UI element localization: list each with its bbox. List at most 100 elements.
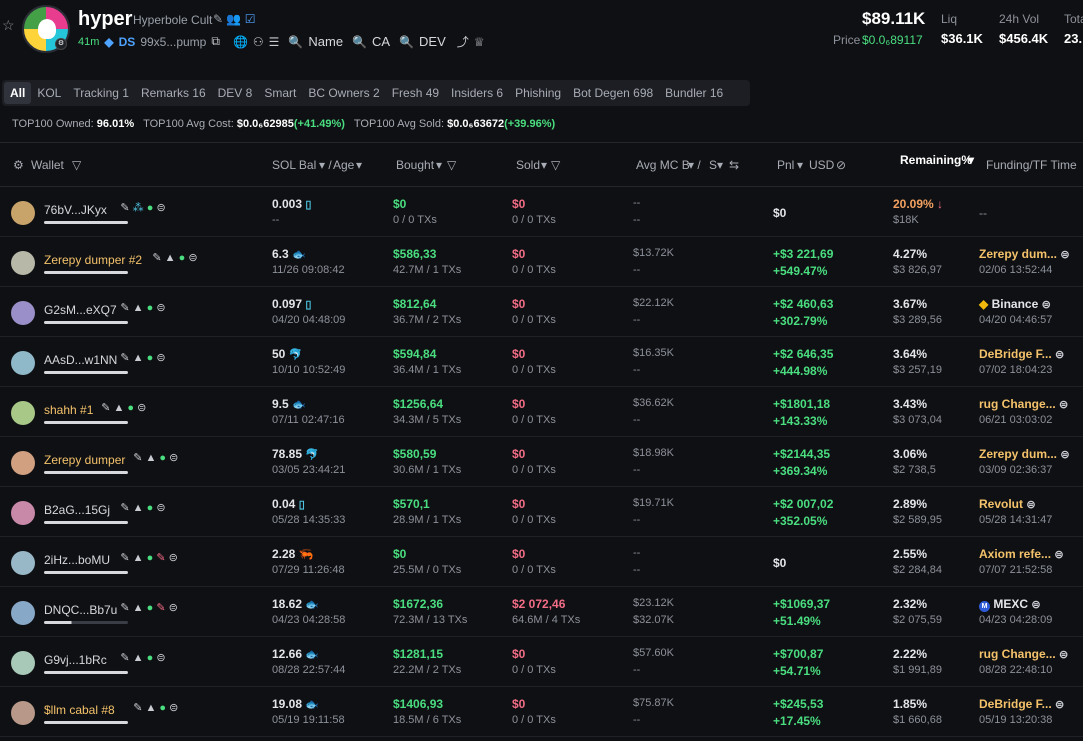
ds-label[interactable]: DS: [119, 35, 136, 49]
tab-remarks[interactable]: Remarks 16: [135, 82, 212, 104]
wallet-name[interactable]: DNQC...Bb7u: [44, 603, 117, 617]
table-row[interactable]: shahh #1 ✎ ▲ ● ⊜ 9.5 🐟 07/11 02:47:16 $1…: [0, 387, 1083, 437]
sort-icon[interactable]: ▾: [436, 158, 442, 172]
sort-icon[interactable]: ▾ /: [319, 158, 332, 172]
funding-source[interactable]: Revolut ⊜: [979, 497, 1036, 511]
menu-circle-icon[interactable]: ⊜: [156, 352, 165, 364]
filter-icon[interactable]: ▽: [551, 158, 560, 172]
edit-icon[interactable]: ✎: [120, 602, 129, 614]
sort-icon[interactable]: ▾: [968, 153, 974, 167]
menu-circle-icon[interactable]: ⊜: [1031, 599, 1040, 611]
wallet-name[interactable]: 2iHz...boMU: [44, 553, 110, 567]
sort-icon[interactable]: ▾: [717, 158, 723, 172]
settings-icon[interactable]: ⚙: [13, 158, 24, 172]
sort-icon[interactable]: ▾: [356, 158, 362, 172]
dexscreener-icon[interactable]: ◆: [104, 35, 113, 49]
search-name-link[interactable]: Name: [308, 34, 343, 49]
col-bought[interactable]: Bought: [396, 158, 434, 172]
menu-circle-icon[interactable]: ⊜: [1059, 399, 1068, 411]
copy-icon[interactable]: ⧉: [211, 34, 220, 49]
funding-source-name[interactable]: MEXC: [993, 597, 1028, 611]
funding-source-name[interactable]: Zerepy dum...: [979, 447, 1057, 461]
funding-source-name[interactable]: DeBridge F...: [979, 697, 1052, 711]
crown-icon[interactable]: ♕: [474, 35, 485, 49]
table-row[interactable]: Zerepy dumper ✎ ▲ ● ⊜ 78.85 🐬 03/05 23:4…: [0, 437, 1083, 487]
tab-bc-owners[interactable]: BC Owners 2: [302, 82, 385, 104]
edit-icon[interactable]: ✎: [120, 202, 129, 214]
edit-icon[interactable]: ✎: [120, 652, 129, 664]
users-icon[interactable]: 👥: [226, 12, 241, 26]
community-icon[interactable]: ⚇: [253, 35, 264, 49]
funding-source-name[interactable]: Zerepy dum...: [979, 247, 1057, 261]
edit-icon[interactable]: ✎: [133, 702, 142, 714]
verified-icon[interactable]: ☑: [245, 12, 256, 26]
menu-circle-icon[interactable]: ⊜: [1060, 449, 1069, 461]
edit-icon[interactable]: ✎: [120, 352, 129, 364]
tab-kol[interactable]: KOL: [31, 82, 67, 104]
currency-toggle-icon[interactable]: ⊘: [836, 158, 846, 172]
menu-circle-icon[interactable]: ⊜: [169, 552, 178, 564]
funding-source-name[interactable]: rug Change...: [979, 397, 1056, 411]
search-ca-link[interactable]: CA: [372, 34, 390, 49]
sort-icon[interactable]: ▾: [797, 158, 803, 172]
menu-circle-icon[interactable]: ☰: [269, 35, 280, 49]
col-avg-mc-sold[interactable]: S: [709, 158, 717, 172]
tab-dev[interactable]: DEV 8: [212, 82, 259, 104]
edit-icon[interactable]: ✎: [101, 402, 110, 414]
menu-circle-icon[interactable]: ⊜: [1054, 549, 1063, 561]
col-pnl[interactable]: Pnl: [777, 158, 794, 172]
col-avg-mc[interactable]: Avg MC B: [636, 158, 690, 172]
sort-icon[interactable]: ▾ /: [688, 158, 701, 172]
tab-all[interactable]: All: [4, 82, 32, 104]
table-row[interactable]: AAsD...w1NN ✎ ▲ ● ⊜ 50 🐬 10/10 10:52:49 …: [0, 337, 1083, 387]
menu-circle-icon[interactable]: ⊜: [156, 202, 165, 214]
table-row[interactable]: 2iHz...boMU ✎ ▲ ● ✎ ⊜ 2.28 🦐 07/29 11:26…: [0, 537, 1083, 587]
swap-icon[interactable]: ⇆: [729, 158, 739, 172]
table-row[interactable]: G2sM...eXQ7 ✎ ▲ ● ⊜ 0.097 ▯ 04/20 04:48:…: [0, 287, 1083, 337]
wallet-name[interactable]: $llm cabal #8: [44, 703, 115, 717]
edit-icon[interactable]: ✎: [120, 502, 129, 514]
col-age[interactable]: Age: [333, 158, 354, 172]
tab-insiders[interactable]: Insiders 6: [445, 82, 509, 104]
wallet-name[interactable]: Zerepy dumper #2: [44, 253, 142, 267]
star-icon[interactable]: ☆: [2, 18, 16, 32]
table-row[interactable]: G9vj...1bRc ✎ ▲ ● ⊜ 12.66 🐟 08/28 22:57:…: [0, 637, 1083, 687]
tab-bundler[interactable]: Bundler 16: [659, 82, 729, 104]
edit-icon[interactable]: ✎: [152, 252, 161, 264]
edit-icon[interactable]: ✎: [213, 12, 223, 26]
sort-icon[interactable]: ▾: [541, 158, 547, 172]
wallet-name[interactable]: shahh #1: [44, 403, 93, 417]
menu-circle-icon[interactable]: ⊜: [156, 302, 165, 314]
funding-source[interactable]: Axiom refe... ⊜: [979, 547, 1064, 561]
funding-source[interactable]: Zerepy dum... ⊜: [979, 447, 1070, 461]
funding-source[interactable]: DeBridge F... ⊜: [979, 347, 1064, 361]
menu-circle-icon[interactable]: ⊜: [1026, 499, 1035, 511]
edit-icon[interactable]: ✎: [133, 452, 142, 464]
col-remaining[interactable]: Remaining%: [900, 153, 972, 167]
funding-source[interactable]: Zerepy dum... ⊜: [979, 247, 1070, 261]
funding-source-name[interactable]: Binance: [992, 297, 1039, 311]
menu-circle-icon[interactable]: ⊜: [1055, 349, 1064, 361]
tab-tracking[interactable]: Tracking 1: [67, 82, 135, 104]
table-row[interactable]: $llm cabal #8 ✎ ▲ ● ⊜ 19.08 🐟 05/19 19:1…: [0, 687, 1083, 737]
menu-circle-icon[interactable]: ⊜: [137, 402, 146, 414]
col-sold[interactable]: Sold: [516, 158, 540, 172]
col-usd[interactable]: USD: [809, 158, 834, 172]
filter-icon[interactable]: ▽: [72, 158, 81, 172]
wallet-name[interactable]: 76bV...JKyx: [44, 203, 107, 217]
menu-circle-icon[interactable]: ⊜: [1055, 699, 1064, 711]
funding-source-name[interactable]: DeBridge F...: [979, 347, 1052, 361]
menu-circle-icon[interactable]: ⊜: [169, 702, 178, 714]
menu-circle-icon[interactable]: ⊜: [1059, 649, 1068, 661]
menu-circle-icon[interactable]: ⊜: [188, 252, 197, 264]
col-funding[interactable]: Funding/TF Time: [986, 158, 1077, 172]
search-dev-link[interactable]: DEV: [419, 34, 446, 49]
table-row[interactable]: B2aG...15Gj ✎ ▲ ● ⊜ 0.04 ▯ 05/28 14:35:3…: [0, 487, 1083, 537]
filter-icon[interactable]: ▽: [447, 158, 456, 172]
share-icon[interactable]: ⤴: [457, 33, 469, 50]
menu-circle-icon[interactable]: ⊜: [1042, 299, 1051, 311]
col-wallet[interactable]: Wallet: [31, 158, 64, 172]
wallet-name[interactable]: G9vj...1bRc: [44, 653, 107, 667]
table-row[interactable]: Zerepy dumper #2 ✎ ▲ ● ⊜ 6.3 🐟 11/26 09:…: [0, 237, 1083, 287]
globe-icon[interactable]: 🌐: [233, 35, 248, 49]
